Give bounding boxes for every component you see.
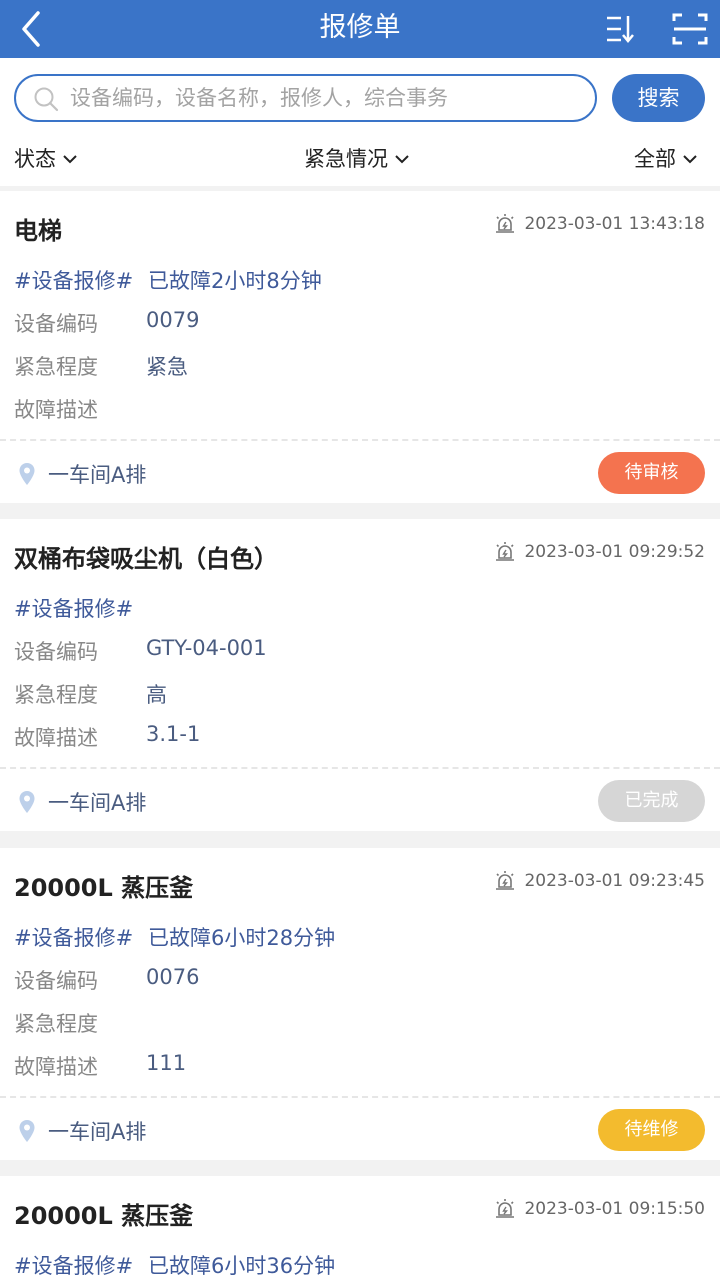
urgency-level: 高: [146, 683, 167, 707]
repair-order-card[interactable]: 电梯 2023-03-01 13:43:18 #设备报修# 已故障2小时8分钟 …: [0, 191, 720, 503]
urgency-filter[interactable]: 紧急情况: [304, 144, 410, 174]
chevron-down-icon: [63, 155, 77, 164]
equipment-code: 0076: [146, 965, 200, 989]
repair-tag: #设备报修#: [14, 269, 134, 293]
urgency-level: 紧急: [146, 355, 188, 379]
location-pin-icon: [19, 463, 35, 485]
scan-icon[interactable]: [670, 9, 710, 49]
equipment-name: 电梯: [14, 217, 62, 245]
equipment-name: 双桶布袋吸尘机（白色）: [14, 545, 278, 573]
range-filter-label: 全部: [634, 147, 676, 171]
status-badge[interactable]: 已完成: [598, 780, 705, 822]
equipment-name: 20000L 蒸压釜: [14, 1202, 194, 1230]
status-filter-label: 状态: [14, 147, 56, 171]
repair-tag: #设备报修#: [14, 1254, 134, 1278]
alarm-icon: [496, 214, 515, 233]
location: 一车间A排: [18, 459, 146, 489]
code-row: 设备编码 GTY-04-001: [14, 636, 267, 664]
fault-duration: 已故障2小时8分钟: [148, 269, 322, 293]
tag-row: #设备报修#: [14, 593, 148, 623]
alarm-icon: [496, 542, 515, 561]
location: 一车间A排: [18, 787, 146, 817]
tag-row: #设备报修# 已故障6小时28分钟: [14, 922, 335, 952]
status-badge[interactable]: 待维修: [598, 1109, 705, 1151]
description-row: 故障描述: [14, 398, 98, 422]
tag-row: #设备报修# 已故障6小时36分钟: [14, 1250, 335, 1280]
search-section: 设备编码，设备名称，报修人，综合事务 搜索 状态 紧急情况 全部: [0, 58, 720, 186]
alarm-icon: [496, 871, 515, 890]
description-row: 故障描述 111: [14, 1051, 187, 1079]
urgency-row: 紧急程度: [14, 1012, 98, 1036]
fault-duration: 已故障6小时36分钟: [148, 1254, 336, 1278]
location: 一车间A排: [18, 1116, 146, 1146]
fault-description: 3.1-1: [146, 722, 201, 746]
search-icon: [32, 85, 60, 113]
search-placeholder: 设备编码，设备名称，报修人，综合事务: [70, 86, 448, 110]
divider: [0, 767, 720, 769]
status-badge[interactable]: 待审核: [598, 452, 705, 494]
divider: [0, 1096, 720, 1098]
fault-description: 111: [146, 1051, 187, 1075]
urgency-filter-label: 紧急情况: [304, 147, 388, 171]
report-time: 2023-03-01 13:43:18: [494, 213, 705, 235]
app-header: 报修单: [0, 0, 720, 58]
location-pin-icon: [19, 1120, 35, 1142]
code-row: 设备编码 0076: [14, 965, 200, 993]
urgency-row: 紧急程度 紧急: [14, 351, 188, 381]
description-row: 故障描述 3.1-1: [14, 722, 201, 750]
search-input[interactable]: 设备编码，设备名称，报修人，综合事务: [14, 74, 597, 122]
equipment-name: 20000L 蒸压釜: [14, 874, 194, 902]
repair-tag: #设备报修#: [14, 926, 134, 950]
code-row: 设备编码 0079: [14, 308, 200, 336]
tag-row: #设备报修# 已故障2小时8分钟: [14, 265, 322, 295]
report-time: 2023-03-01 09:29:52: [494, 541, 705, 563]
equipment-code: GTY-04-001: [146, 636, 267, 660]
fault-duration: 已故障6小时28分钟: [148, 926, 336, 950]
chevron-down-icon: [683, 155, 697, 164]
repair-order-card[interactable]: 双桶布袋吸尘机（白色） 2023-03-01 09:29:52 #设备报修# 设…: [0, 519, 720, 831]
search-button[interactable]: 搜索: [612, 74, 705, 122]
filter-bar: 状态 紧急情况 全部: [0, 138, 720, 178]
repair-order-card[interactable]: 20000L 蒸压釜 2023-03-01 09:15:50 #设备报修# 已故…: [0, 1176, 720, 1280]
report-time: 2023-03-01 09:15:50: [494, 1198, 705, 1220]
sort-icon[interactable]: [601, 10, 639, 48]
range-filter[interactable]: 全部: [634, 144, 698, 174]
repair-tag: #设备报修#: [14, 597, 134, 621]
status-filter[interactable]: 状态: [14, 144, 78, 174]
repair-order-card[interactable]: 20000L 蒸压釜 2023-03-01 09:23:45 #设备报修# 已故…: [0, 848, 720, 1160]
alarm-icon: [496, 1199, 515, 1218]
divider: [0, 439, 720, 441]
urgency-row: 紧急程度 高: [14, 679, 167, 709]
equipment-code: 0079: [146, 308, 200, 332]
report-time: 2023-03-01 09:23:45: [494, 870, 705, 892]
chevron-down-icon: [395, 155, 409, 164]
location-pin-icon: [19, 791, 35, 813]
